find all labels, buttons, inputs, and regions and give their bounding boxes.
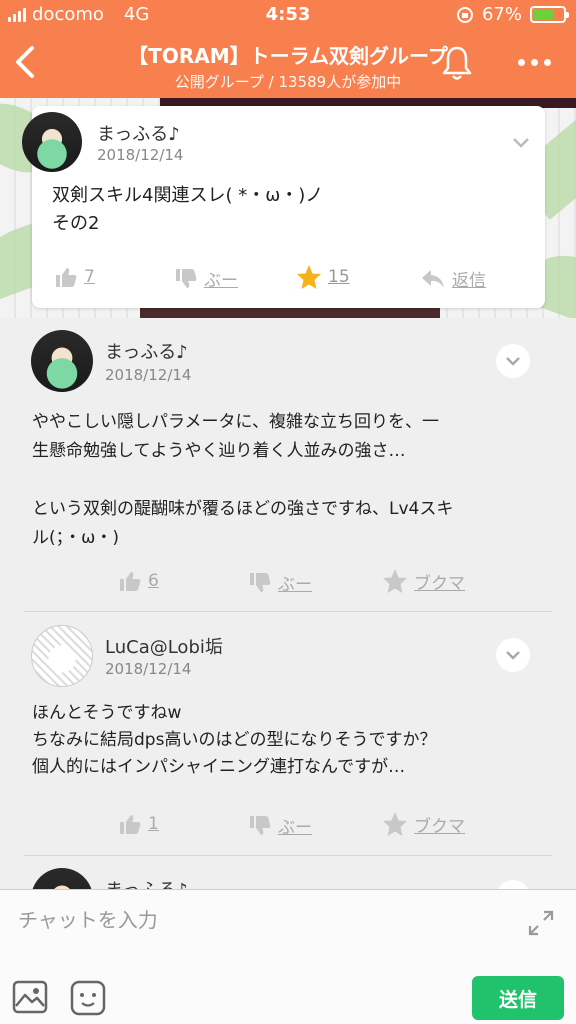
reply-button[interactable]: 返信 bbox=[420, 266, 486, 291]
post-body: 双剣スキル4関連スレ( *・ω・)ノ その2 bbox=[52, 185, 324, 234]
like-button[interactable]: 7 bbox=[54, 266, 95, 288]
more-button[interactable] bbox=[512, 50, 556, 74]
post-author[interactable]: まっふる♪ bbox=[97, 120, 180, 146]
like-count: 6 bbox=[148, 571, 159, 591]
comment-author[interactable]: まっふる♪ bbox=[105, 338, 188, 364]
battery-icon bbox=[530, 6, 569, 23]
boo-button[interactable]: ぶー bbox=[248, 570, 312, 595]
comment-author[interactable]: LuCa@Lobi垢 bbox=[105, 633, 223, 659]
comment-options-button[interactable] bbox=[496, 638, 530, 672]
bookmark-button[interactable]: ブクマ bbox=[382, 811, 465, 837]
star-outline-icon bbox=[383, 812, 407, 836]
status-bar: docomo 4G 4:53 67% bbox=[0, 0, 576, 30]
star-button[interactable]: 15 bbox=[296, 264, 350, 290]
boo-button[interactable]: ぶー bbox=[248, 813, 312, 838]
like-button[interactable]: 6 bbox=[118, 570, 159, 592]
boo-label: ぶー bbox=[278, 575, 312, 595]
rotation-lock-icon bbox=[456, 6, 473, 23]
status-right: 67% bbox=[456, 4, 569, 25]
bookmark-button[interactable]: ブクマ bbox=[382, 568, 465, 594]
like-count: 1 bbox=[148, 814, 159, 834]
post-card: まっふる♪ 2018/12/14 双剣スキル4関連スレ( *・ω・)ノ その2 … bbox=[22, 106, 545, 308]
comment-date: 2018/12/14 bbox=[105, 660, 192, 678]
star-outline-icon bbox=[383, 569, 407, 593]
avatar[interactable] bbox=[31, 625, 93, 687]
send-button[interactable]: 送信 bbox=[472, 976, 564, 1020]
battery-percent: 67% bbox=[481, 4, 522, 25]
divider bbox=[24, 855, 552, 856]
post-date: 2018/12/14 bbox=[97, 146, 184, 164]
divider bbox=[24, 611, 552, 612]
avatar[interactable] bbox=[31, 330, 93, 392]
chat-input[interactable] bbox=[18, 902, 498, 938]
sticker-icon[interactable] bbox=[70, 980, 106, 1016]
post-options-button[interactable] bbox=[504, 126, 538, 160]
chevron-down-icon bbox=[506, 357, 520, 366]
comment-body: ほんとそうですねw ちなみに結局dps高いのはどの型になりそうですか？ 個人的に… bbox=[32, 703, 437, 777]
comment-body: ややこしい隠しパラメータに、複雑な立ち回りを、一 生懸命勉強してようやく辿り着く… bbox=[32, 412, 454, 548]
bookmark-label: ブクマ bbox=[414, 573, 465, 594]
chat-input-bar: 送信 bbox=[0, 889, 576, 1024]
boo-label: ぶー bbox=[204, 271, 238, 291]
thumbs-up-icon bbox=[120, 572, 141, 591]
boo-label: ぶー bbox=[278, 818, 312, 838]
battery-fill bbox=[533, 9, 554, 20]
thumbs-up-icon bbox=[120, 815, 141, 834]
image-icon[interactable] bbox=[12, 980, 48, 1014]
comment-date: 2018/12/14 bbox=[105, 366, 192, 384]
back-button[interactable] bbox=[10, 42, 40, 82]
bookmark-label: ブクマ bbox=[414, 816, 465, 837]
thumbs-down-icon bbox=[250, 572, 271, 592]
header-bar: docomo 4G 4:53 67% 【TORAM】トーラム双剣グループ 公開グ… bbox=[0, 0, 576, 98]
avatar[interactable] bbox=[22, 112, 82, 172]
star-icon bbox=[297, 265, 321, 289]
like-count: 7 bbox=[84, 267, 95, 287]
like-button[interactable]: 1 bbox=[118, 813, 159, 835]
thumbs-up-icon bbox=[56, 268, 77, 287]
reply-icon bbox=[422, 269, 444, 288]
thumbs-down-icon bbox=[176, 268, 197, 288]
chevron-down-icon bbox=[513, 138, 529, 148]
star-count: 15 bbox=[328, 267, 350, 287]
thumbs-down-icon bbox=[250, 815, 271, 835]
expand-icon[interactable] bbox=[526, 908, 556, 938]
comment-options-button[interactable] bbox=[496, 344, 530, 378]
bell-icon[interactable] bbox=[440, 44, 474, 82]
reply-label: 返信 bbox=[452, 271, 486, 291]
chevron-down-icon bbox=[506, 651, 520, 660]
boo-button[interactable]: ぶー bbox=[174, 266, 238, 291]
